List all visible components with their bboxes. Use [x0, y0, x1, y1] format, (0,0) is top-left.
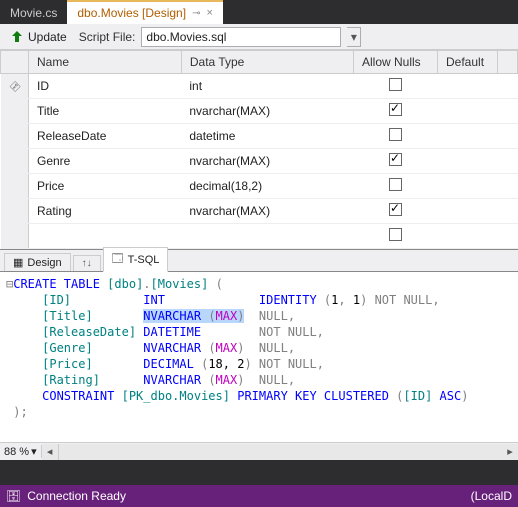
cell-extra [498, 149, 518, 174]
cell-default[interactable] [438, 124, 498, 149]
tab-dbo-movies-design[interactable]: dbo.Movies [Design] ⊸ × [67, 0, 223, 24]
cell-allownulls[interactable] [354, 74, 438, 99]
cell-allownulls[interactable] [354, 99, 438, 124]
zoom-dropdown[interactable]: 88 % ▾ [0, 445, 42, 458]
cell-extra [498, 99, 518, 124]
table-row[interactable]: ⚿ IDint [1, 74, 518, 99]
allow-nulls-checkbox[interactable] [389, 103, 402, 116]
cell-name[interactable]: ReleaseDate [29, 124, 182, 149]
allow-nulls-checkbox[interactable] [389, 78, 402, 91]
tab-design-label: Design [27, 257, 61, 269]
cell-allownulls[interactable] [354, 124, 438, 149]
table-row[interactable]: ReleaseDatedatetime [1, 124, 518, 149]
cell-allownulls[interactable] [354, 199, 438, 224]
update-button[interactable]: Update [4, 28, 73, 46]
cell-extra [498, 174, 518, 199]
cell-name[interactable]: Rating [29, 199, 182, 224]
primary-key-icon: ⚿ [7, 79, 22, 94]
document-tabs: Movie.cs dbo.Movies [Design] ⊸ × [0, 0, 518, 24]
tab-label: Movie.cs [10, 6, 57, 20]
col-header-name[interactable]: Name [29, 51, 182, 74]
update-arrow-icon [10, 30, 24, 44]
script-file-dropdown[interactable]: ▾ [347, 27, 361, 47]
cell-datatype[interactable]: nvarchar(MAX) [181, 199, 353, 224]
pane-tabs: ▦ Design ↑↓ 🗔 T-SQL [0, 250, 518, 272]
script-file-label: Script File: [79, 30, 136, 44]
cell-default[interactable] [438, 149, 498, 174]
horizontal-scrollbar[interactable] [58, 444, 502, 460]
table-row[interactable]: Pricedecimal(18,2) [1, 174, 518, 199]
table-row-new[interactable] [1, 224, 518, 249]
allow-nulls-checkbox[interactable] [389, 128, 402, 141]
row-selector[interactable] [1, 149, 29, 174]
update-label: Update [28, 30, 67, 44]
cell-extra [498, 124, 518, 149]
col-header-default[interactable]: Default [438, 51, 498, 74]
allow-nulls-checkbox[interactable] [389, 153, 402, 166]
cell-allownulls[interactable] [354, 149, 438, 174]
cell-name[interactable]: Title [29, 99, 182, 124]
sql-icon: 🗔 [112, 250, 124, 269]
designer-toolbar: Update Script File: ▾ [0, 24, 518, 50]
row-selector[interactable] [1, 174, 29, 199]
cell-datatype[interactable]: datetime [181, 124, 353, 149]
swap-icon: ↑↓ [82, 258, 92, 269]
cell-datatype[interactable]: decimal(18,2) [181, 174, 353, 199]
scroll-left-button[interactable]: ◂ [42, 444, 58, 460]
tab-design[interactable]: ▦ Design [4, 253, 71, 271]
connection-icon: 🗄 [6, 489, 21, 503]
close-icon[interactable]: × [206, 7, 212, 19]
connection-target: (LocalD [471, 489, 512, 503]
tab-label: dbo.Movies [Design] [77, 6, 186, 20]
chevron-down-icon: ▾ [31, 445, 37, 458]
grid-icon: ▦ [13, 256, 23, 269]
row-selector[interactable] [1, 199, 29, 224]
allow-nulls-checkbox[interactable] [389, 178, 402, 191]
cell-default[interactable] [438, 174, 498, 199]
zoom-bar: 88 % ▾ ◂ ▸ [0, 442, 518, 460]
row-header-blank [1, 51, 29, 74]
status-bar: 🗄 Connection Ready (LocalD [0, 485, 518, 507]
table-row[interactable]: Ratingnvarchar(MAX) [1, 199, 518, 224]
columns-grid: Name Data Type Allow Nulls Default ⚿ IDin… [0, 50, 518, 250]
sql-editor[interactable]: ⊟CREATE TABLE [dbo].[Movies] ( [ID] INT … [0, 272, 518, 442]
pin-icon[interactable]: ⊸ [192, 8, 200, 19]
cell-datatype[interactable]: nvarchar(MAX) [181, 149, 353, 174]
scroll-right-button[interactable]: ▸ [502, 444, 518, 460]
cell-datatype[interactable]: int [181, 74, 353, 99]
col-header-datatype[interactable]: Data Type [181, 51, 353, 74]
cell-default[interactable] [438, 74, 498, 99]
cell-default[interactable] [438, 99, 498, 124]
connection-status: Connection Ready [27, 489, 126, 503]
row-selector[interactable]: ⚿ [1, 74, 29, 99]
col-header-allownulls[interactable]: Allow Nulls [354, 51, 438, 74]
tab-movie-cs[interactable]: Movie.cs [0, 1, 67, 24]
cell-extra [498, 199, 518, 224]
allow-nulls-checkbox[interactable] [389, 228, 402, 241]
cell-name[interactable]: Genre [29, 149, 182, 174]
cell-allownulls[interactable] [354, 174, 438, 199]
cell-datatype[interactable]: nvarchar(MAX) [181, 99, 353, 124]
table-row[interactable]: Genrenvarchar(MAX) [1, 149, 518, 174]
tab-tsql-label: T-SQL [128, 254, 160, 266]
grid-header-row: Name Data Type Allow Nulls Default [1, 51, 518, 74]
allow-nulls-checkbox[interactable] [389, 203, 402, 216]
cell-extra [498, 74, 518, 99]
tab-swap[interactable]: ↑↓ [73, 255, 101, 271]
tab-tsql[interactable]: 🗔 T-SQL [103, 247, 169, 272]
table-row[interactable]: Titlenvarchar(MAX) [1, 99, 518, 124]
zoom-value: 88 % [4, 446, 29, 458]
cell-name[interactable]: Price [29, 174, 182, 199]
cell-default[interactable] [438, 199, 498, 224]
col-header-extra [498, 51, 518, 74]
cell-name[interactable]: ID [29, 74, 182, 99]
script-file-input[interactable] [141, 27, 341, 47]
row-selector[interactable] [1, 99, 29, 124]
row-selector[interactable] [1, 124, 29, 149]
